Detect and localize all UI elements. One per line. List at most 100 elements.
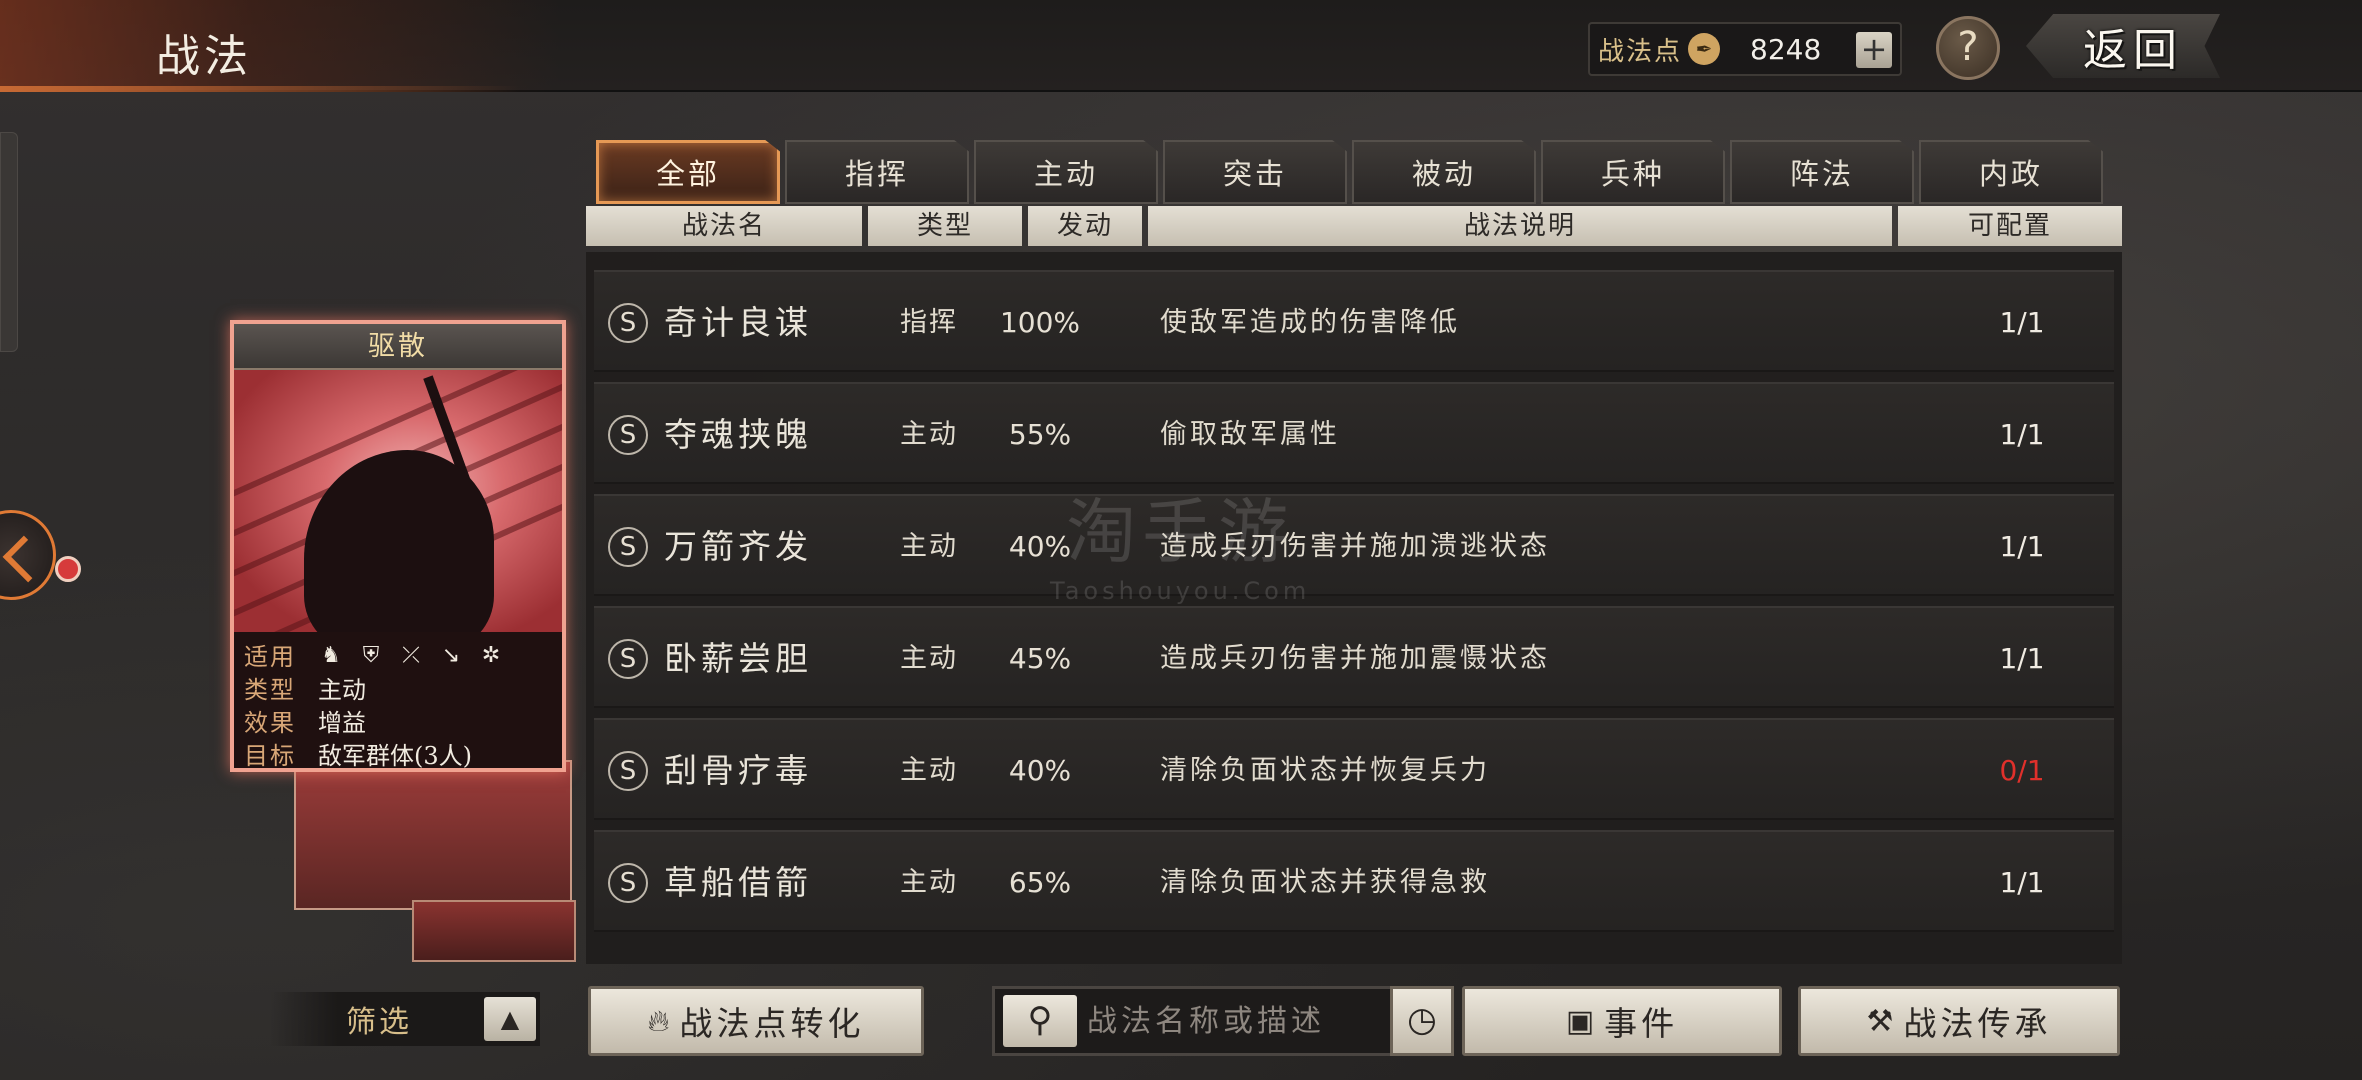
card-effect-label: 效果: [244, 709, 296, 737]
card-title: 驱散: [234, 324, 562, 370]
side-drawer-tab[interactable]: [0, 132, 18, 352]
filter-bar[interactable]: 筛选 ▲: [270, 992, 540, 1046]
tactic-rate: 40%: [1008, 530, 1072, 563]
tactic-name: 卧薪尝胆: [664, 639, 812, 678]
card-type-row: 类型 主动: [244, 671, 552, 704]
card-apply-row: 适用 ♞ ⛨ ⤫ ↘ ✲: [244, 638, 552, 671]
stacked-card[interactable]: [412, 900, 576, 962]
tactic-rate: 55%: [1008, 418, 1072, 451]
grade-s-icon: S: [608, 527, 648, 567]
tactic-type: 主动: [900, 867, 958, 898]
card-effect-value: 增益: [318, 709, 366, 737]
warrior-silhouette: [304, 450, 494, 632]
card-artwork: [234, 370, 562, 632]
tactic-name: 草船借箭: [664, 863, 812, 902]
tactic-config: 1/1: [1999, 866, 2045, 899]
tactic-rate: 100%: [999, 306, 1081, 339]
table-row[interactable]: S 万箭齐发 主动 40% 造成兵刃伤害并施加溃逃状态 1/1: [594, 494, 2114, 596]
tactic-type: 主动: [900, 643, 958, 674]
tactic-card[interactable]: 驱散 适用 ♞ ⛨ ⤫ ↘ ✲ 类型 主动 效果 增益 目标 敌军群体(3人): [230, 320, 566, 772]
tab-command[interactable]: 指挥: [785, 140, 969, 204]
tactic-points-label: 战法点: [1598, 36, 1683, 67]
book-icon: ▣: [1565, 1003, 1599, 1039]
card-apply-label: 适用: [244, 643, 296, 671]
card-target-row: 目标 敌军群体(3人): [244, 737, 552, 770]
page-title: 战法: [156, 31, 252, 82]
column-rate-header[interactable]: 发动: [1028, 206, 1142, 246]
table-row[interactable]: S 刮骨疗毒 主动 40% 清除负面状态并恢复兵力 0/1: [594, 718, 2114, 820]
table-row[interactable]: S 奇计良谋 指挥 100% 使敌军造成的伤害降低 1/1: [594, 270, 2114, 372]
tab-troop[interactable]: 兵种: [1541, 140, 1725, 204]
tactic-rate: 65%: [1008, 866, 1072, 899]
column-type-header[interactable]: 类型: [868, 206, 1022, 246]
search-icon[interactable]: ⚲: [1003, 995, 1077, 1047]
tactic-points-box: 战法点 ✒ 8248 +: [1588, 22, 1902, 76]
top-bar: 战法 战法点 ✒ 8248 + ? 返回: [0, 0, 2362, 92]
column-name-header[interactable]: 战法名: [586, 206, 862, 246]
column-config-header[interactable]: 可配置: [1898, 206, 2122, 246]
tactic-name: 万箭齐发: [664, 527, 812, 566]
table-header: 战法名 类型 发动 战法说明 可配置: [586, 206, 2128, 246]
card-effect-row: 效果 增益: [244, 704, 552, 737]
tactic-config: 1/1: [1999, 306, 2045, 339]
tab-formation[interactable]: 阵法: [1730, 140, 1914, 204]
tab-active[interactable]: 主动: [974, 140, 1158, 204]
card-target-label: 目标: [244, 742, 296, 770]
tactic-rate: 45%: [1008, 642, 1072, 675]
flame-icon: 🔥︎: [647, 1003, 674, 1039]
card-target-value: 敌军群体(3人): [318, 742, 472, 770]
event-label: 事件: [1604, 1004, 1679, 1043]
shield-icon: ⛨: [362, 643, 380, 668]
convert-points-button[interactable]: 🔥︎ 战法点转化: [588, 986, 924, 1056]
cavalry-icon: ♞: [321, 643, 341, 668]
stacked-card[interactable]: [294, 760, 572, 910]
tactic-table: S 奇计良谋 指挥 100% 使敌军造成的伤害降低 1/1 S 夺魂挟魄 主动 …: [586, 252, 2122, 964]
card-info: 适用 ♞ ⛨ ⤫ ↘ ✲ 类型 主动 效果 增益 目标 敌军群体(3人): [234, 632, 562, 770]
tactic-name: 奇计良谋: [664, 303, 812, 342]
tactic-type: 主动: [900, 419, 958, 450]
tactic-rate: 40%: [1008, 754, 1072, 787]
tactic-type: 指挥: [900, 307, 958, 338]
hammer-icon: ⚒: [1866, 1003, 1898, 1039]
tab-assault[interactable]: 突击: [1163, 140, 1347, 204]
tactic-desc: 偷取敌军属性: [1160, 419, 1340, 450]
tactic-config: 1/1: [1999, 642, 2045, 675]
event-button[interactable]: ▣ 事件: [1462, 986, 1782, 1056]
tactic-config: 0/1: [1999, 754, 2045, 787]
title-glow: [0, 0, 560, 92]
tactic-name: 夺魂挟魄: [664, 415, 812, 454]
add-points-button[interactable]: +: [1856, 32, 1892, 68]
table-row[interactable]: S 夺魂挟魄 主动 55% 偷取敌军属性 1/1: [594, 382, 2114, 484]
table-row[interactable]: S 草船借箭 主动 65% 清除负面状态并获得急救 1/1: [594, 830, 2114, 932]
unit-icons: ♞ ⛨ ⤫ ↘ ✲: [318, 640, 518, 669]
tactic-type: 主动: [900, 755, 958, 786]
tactic-desc: 使敌军造成的伤害降低: [1160, 307, 1460, 338]
search-input[interactable]: [1087, 995, 1357, 1047]
tactic-points-value: 8248: [1750, 32, 1822, 66]
tab-all[interactable]: 全部: [596, 140, 780, 204]
tab-passive[interactable]: 被动: [1352, 140, 1536, 204]
feather-icon: ✒: [1688, 33, 1721, 65]
spear-icon: ↘: [441, 643, 461, 668]
back-button[interactable]: 返回: [2026, 14, 2220, 78]
back-button-label: 返回: [2083, 25, 2183, 76]
tactic-name: 刮骨疗毒: [664, 751, 812, 790]
tactic-desc: 造成兵刃伤害并施加震慑状态: [1160, 643, 1550, 674]
siege-icon: ✲: [481, 643, 501, 668]
grade-s-icon: S: [608, 751, 648, 791]
filter-toggle-button[interactable]: ▲: [484, 997, 536, 1041]
table-row[interactable]: S 卧薪尝胆 主动 45% 造成兵刃伤害并施加震慑状态 1/1: [594, 606, 2114, 708]
card-type-label: 类型: [244, 676, 296, 704]
tactic-config: 1/1: [1999, 530, 2045, 563]
tactic-desc: 清除负面状态并获得急救: [1160, 867, 1490, 898]
clock-icon[interactable]: ◷: [1390, 986, 1454, 1056]
tactic-config: 1/1: [1999, 418, 2045, 451]
inherit-button[interactable]: ⚒ 战法传承: [1798, 986, 2120, 1056]
filter-label: 筛选: [346, 1005, 412, 1040]
grade-s-icon: S: [608, 863, 648, 903]
bow-icon: ⤫: [402, 643, 420, 668]
tab-internal[interactable]: 内政: [1919, 140, 2103, 204]
help-button[interactable]: ?: [1936, 16, 2000, 80]
notification-dot: [55, 556, 81, 582]
grade-s-icon: S: [608, 415, 648, 455]
